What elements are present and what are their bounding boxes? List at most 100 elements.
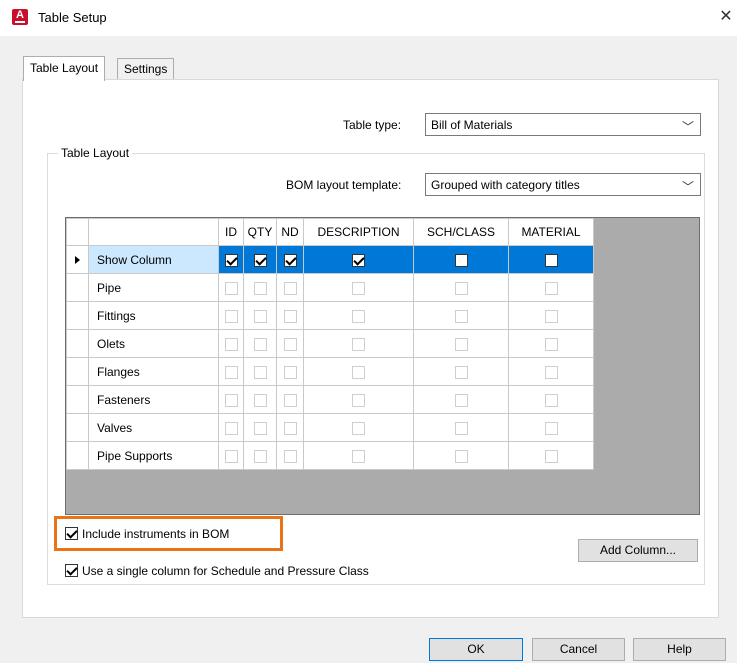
cell-description xyxy=(303,301,414,330)
include-instruments-checkbox[interactable]: Include instruments in BOM xyxy=(65,527,229,541)
tab-settings[interactable]: Settings xyxy=(117,58,175,80)
checkbox-sch-class[interactable] xyxy=(454,393,468,407)
checkbox-id[interactable] xyxy=(224,337,238,351)
checkbox-nd[interactable] xyxy=(283,421,297,435)
bom-table: ID QTY ND DESCRIPTION SCH/CLASS MATERIAL… xyxy=(66,218,594,470)
checkbox-sch-class[interactable] xyxy=(454,309,468,323)
checkbox-nd[interactable] xyxy=(283,393,297,407)
checkbox-qty[interactable] xyxy=(253,281,267,295)
cell-material xyxy=(508,385,594,414)
help-button[interactable]: Help xyxy=(633,638,726,661)
checkbox-qty[interactable] xyxy=(253,449,267,463)
checkbox-material[interactable] xyxy=(544,421,558,435)
row-name: Fasteners xyxy=(88,385,219,414)
checkbox-material[interactable] xyxy=(544,365,558,379)
column-header-nd[interactable]: ND xyxy=(276,218,304,246)
cell-id xyxy=(218,245,244,274)
checkbox-nd[interactable] xyxy=(283,253,297,267)
row-header[interactable] xyxy=(66,301,89,330)
row-header[interactable] xyxy=(66,385,89,414)
checkbox-sch-class[interactable] xyxy=(454,449,468,463)
checkbox-description[interactable] xyxy=(352,421,365,435)
row-header[interactable] xyxy=(66,273,89,302)
column-header-material[interactable]: MATERIAL xyxy=(508,218,594,246)
row-header[interactable] xyxy=(66,413,89,442)
checkbox-material[interactable] xyxy=(544,393,558,407)
table-row[interactable]: Fittings xyxy=(66,301,594,330)
checkbox-id[interactable] xyxy=(224,421,238,435)
table-row[interactable]: Olets xyxy=(66,329,594,358)
table-row[interactable]: Pipe Supports xyxy=(66,441,594,470)
bom-layout-template-dropdown[interactable]: Grouped with category titles ﹀ xyxy=(425,173,701,196)
checkbox-id[interactable] xyxy=(224,393,238,407)
checkbox-nd[interactable] xyxy=(283,281,297,295)
checkbox-description[interactable] xyxy=(352,365,365,379)
checkbox-qty[interactable] xyxy=(253,253,267,267)
row-header[interactable] xyxy=(66,245,89,274)
column-header-id[interactable]: ID xyxy=(218,218,244,246)
checkbox-material[interactable] xyxy=(544,337,558,351)
checkbox-description[interactable] xyxy=(352,449,365,463)
checkbox-qty[interactable] xyxy=(253,421,267,435)
cell-sch-class xyxy=(413,245,509,274)
cell-nd xyxy=(276,245,304,274)
checkbox-material[interactable] xyxy=(544,309,558,323)
checkbox-description[interactable] xyxy=(352,281,365,295)
cancel-button[interactable]: Cancel xyxy=(532,638,625,661)
checkbox-material[interactable] xyxy=(544,449,558,463)
checkbox-id[interactable] xyxy=(224,281,238,295)
cell-qty xyxy=(243,273,277,302)
checkbox-sch-class[interactable] xyxy=(454,253,468,267)
single-column-checkbox[interactable]: Use a single column for Schedule and Pre… xyxy=(65,564,369,578)
table-row[interactable]: Pipe xyxy=(66,273,594,302)
table-row[interactable]: Show Column xyxy=(66,245,594,274)
table-row[interactable]: Flanges xyxy=(66,357,594,386)
column-header-sch-class[interactable]: SCH/CLASS xyxy=(413,218,509,246)
checkbox-qty[interactable] xyxy=(253,365,267,379)
bom-layout-template-value: Grouped with category titles xyxy=(431,178,580,192)
cell-qty xyxy=(243,301,277,330)
tab-table-layout[interactable]: Table Layout xyxy=(23,56,106,81)
cell-sch-class xyxy=(413,301,509,330)
cell-id xyxy=(218,357,244,386)
checkbox-nd[interactable] xyxy=(283,449,297,463)
checkbox-id[interactable] xyxy=(224,253,238,267)
checkbox-id[interactable] xyxy=(224,365,238,379)
checkbox-sch-class[interactable] xyxy=(454,281,468,295)
corner-header xyxy=(66,218,89,246)
row-header[interactable] xyxy=(66,357,89,386)
close-icon[interactable]: ✕ xyxy=(716,5,736,29)
checkbox-nd[interactable] xyxy=(283,365,297,379)
checkbox-description[interactable] xyxy=(352,309,365,323)
column-header-description[interactable]: DESCRIPTION xyxy=(303,218,414,246)
checkbox-description[interactable] xyxy=(352,393,365,407)
cell-id xyxy=(218,329,244,358)
include-instruments-label: Include instruments in BOM xyxy=(82,527,230,541)
table-type-dropdown[interactable]: Bill of Materials ﹀ xyxy=(425,113,701,136)
row-header[interactable] xyxy=(66,441,89,470)
table-row[interactable]: Valves xyxy=(66,413,594,442)
checkbox-material[interactable] xyxy=(544,281,558,295)
checkbox-id[interactable] xyxy=(224,449,238,463)
checkbox-description[interactable] xyxy=(352,337,365,351)
bom-column-grid[interactable]: ID QTY ND DESCRIPTION SCH/CLASS MATERIAL… xyxy=(65,217,700,515)
checkbox-qty[interactable] xyxy=(253,309,267,323)
checkbox-id[interactable] xyxy=(224,309,238,323)
add-column-button[interactable]: Add Column... xyxy=(578,539,698,562)
checkbox-qty[interactable] xyxy=(253,393,267,407)
cell-qty xyxy=(243,441,277,470)
cell-description xyxy=(303,441,414,470)
checkbox-nd[interactable] xyxy=(283,337,297,351)
table-row[interactable]: Fasteners xyxy=(66,385,594,414)
column-header-qty[interactable]: QTY xyxy=(243,218,277,246)
checkbox-nd[interactable] xyxy=(283,309,297,323)
checkbox-sch-class[interactable] xyxy=(454,337,468,351)
row-name-header xyxy=(88,218,219,246)
checkbox-description[interactable] xyxy=(352,253,365,267)
checkbox-sch-class[interactable] xyxy=(454,421,468,435)
ok-button[interactable]: OK xyxy=(429,638,523,661)
row-header[interactable] xyxy=(66,329,89,358)
checkbox-material[interactable] xyxy=(544,253,558,267)
checkbox-qty[interactable] xyxy=(253,337,267,351)
checkbox-sch-class[interactable] xyxy=(454,365,468,379)
